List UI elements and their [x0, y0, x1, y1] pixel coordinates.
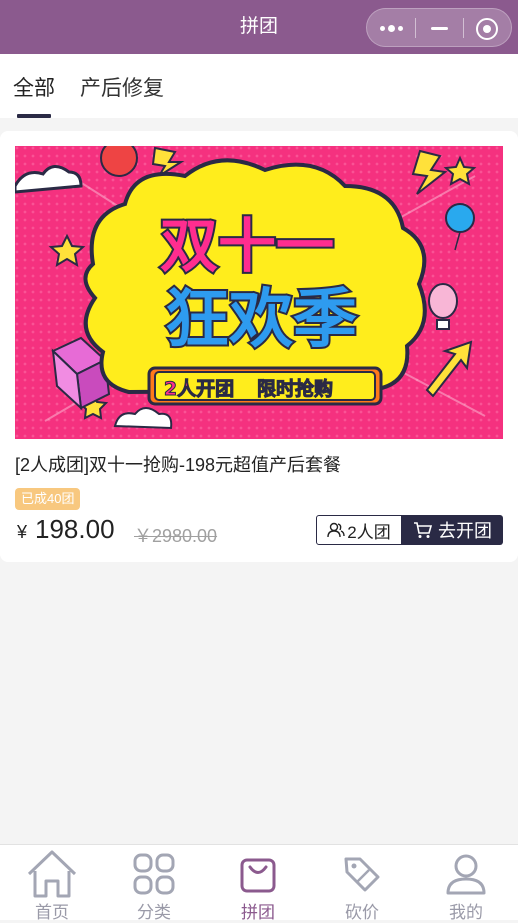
tabbar-label: 分类	[137, 903, 171, 922]
group-price: 198.00	[35, 514, 115, 544]
tabbar-label: 首页	[35, 903, 69, 922]
user-icon	[440, 849, 492, 899]
navigation-bar: 拼团	[0, 0, 518, 54]
open-group-label: 去开团	[438, 521, 492, 541]
active-tab-indicator	[17, 114, 51, 118]
grid-icon	[128, 849, 180, 899]
target-close-icon[interactable]	[463, 9, 511, 48]
banner-tag-right: 限时抢购	[257, 377, 333, 400]
tabbar-item-home[interactable]: 首页	[0, 845, 104, 922]
groups-formed-badge: 已成40团	[15, 488, 81, 510]
product-banner-image[interactable]: 双十一 狂欢季 2人开团 限时抢购	[15, 146, 503, 439]
group-size-label: 2人团	[347, 522, 391, 542]
minimize-icon[interactable]	[415, 9, 463, 48]
price-tag-icon	[336, 849, 388, 899]
tabbar-label: 我的	[449, 903, 483, 922]
original-price: ￥2980.00	[134, 526, 218, 546]
product-title[interactable]: [2人成团]双十一抢购-198元超值产后套餐	[15, 451, 341, 477]
tabbar-item-group-buy[interactable]: 拼团	[206, 845, 310, 922]
tabbar-item-mine[interactable]: 我的	[414, 845, 518, 922]
group-size-button[interactable]: 2人团	[316, 515, 402, 545]
more-dots-icon[interactable]	[367, 9, 415, 48]
users-icon	[327, 522, 345, 538]
banner-tag-left: 2人开团	[164, 378, 234, 400]
group-buy-product-card[interactable]: 双十一 狂欢季 2人开团 限时抢购 [2人成团]双十一抢购-198元超值产后套餐…	[0, 131, 518, 562]
banner-headline-1: 双十一	[160, 212, 334, 280]
currency-symbol: ¥	[17, 522, 28, 542]
tab-postpartum-repair[interactable]: 产后修复	[80, 72, 164, 102]
tabbar-item-category[interactable]: 分类	[102, 845, 206, 922]
open-group-button[interactable]: 去开团	[402, 515, 503, 545]
tabbar-label: 砍价	[345, 903, 379, 922]
banner-headline-2: 狂欢季	[165, 283, 357, 357]
cart-icon	[414, 522, 433, 538]
category-tabs: 全部 产后修复	[0, 54, 518, 118]
shopping-bag-icon	[232, 849, 284, 899]
tab-all[interactable]: 全部	[13, 72, 55, 102]
tabbar-label: 拼团	[241, 903, 275, 922]
mini-program-capsule	[366, 8, 512, 47]
bottom-tab-bar: 首页 分类 拼团 砍价 我的	[0, 844, 518, 922]
home-icon	[26, 849, 78, 899]
tabbar-item-bargain[interactable]: 砍价	[310, 845, 414, 922]
